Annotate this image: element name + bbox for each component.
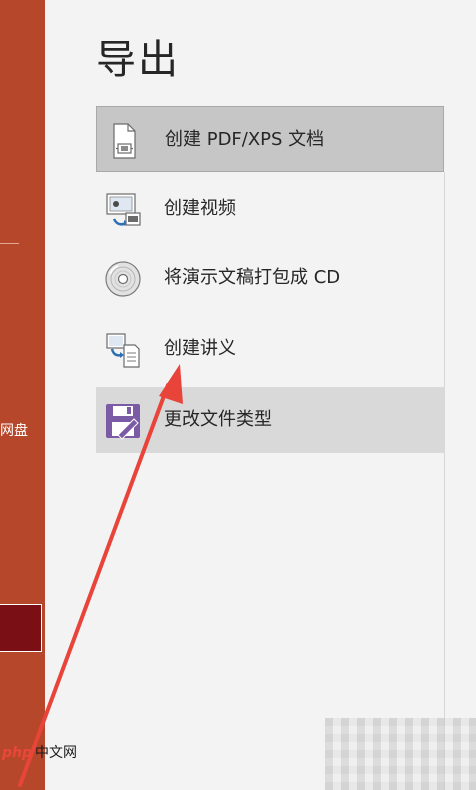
sidebar-selected-item[interactable] xyxy=(0,604,42,652)
backstage-sidebar: 网盘 xyxy=(0,0,45,790)
sidebar-item-cloud-drive[interactable]: 网盘 xyxy=(0,421,28,439)
option-create-pdf-xps[interactable]: 创建 PDF/XPS 文档 xyxy=(96,106,444,172)
cd-icon xyxy=(105,261,141,297)
watermark-brand: php xyxy=(2,745,33,761)
option-label: 更改文件类型 xyxy=(164,409,272,430)
option-change-file-type[interactable]: 更改文件类型 xyxy=(96,387,445,453)
option-label: 创建视频 xyxy=(164,198,236,219)
video-icon xyxy=(106,193,141,226)
pane-divider xyxy=(444,172,445,790)
sidebar-divider xyxy=(0,243,19,244)
option-label: 创建 PDF/XPS 文档 xyxy=(165,129,325,150)
option-label: 将演示文稿打包成 CD xyxy=(164,267,341,288)
watermark-text: 中文网 xyxy=(35,745,78,761)
option-package-cd[interactable]: 将演示文稿打包成 CD xyxy=(96,245,444,311)
watermark: php 中文网 xyxy=(2,742,77,762)
page-title: 导出 xyxy=(96,37,180,83)
option-create-handouts[interactable]: 创建讲义 xyxy=(96,316,444,382)
handout-icon xyxy=(106,333,140,368)
blurred-region xyxy=(325,718,476,790)
option-label: 创建讲义 xyxy=(164,338,236,359)
floppy-save-icon xyxy=(106,404,140,440)
option-create-video[interactable]: 创建视频 xyxy=(96,176,444,242)
pdf-document-icon xyxy=(113,123,136,159)
